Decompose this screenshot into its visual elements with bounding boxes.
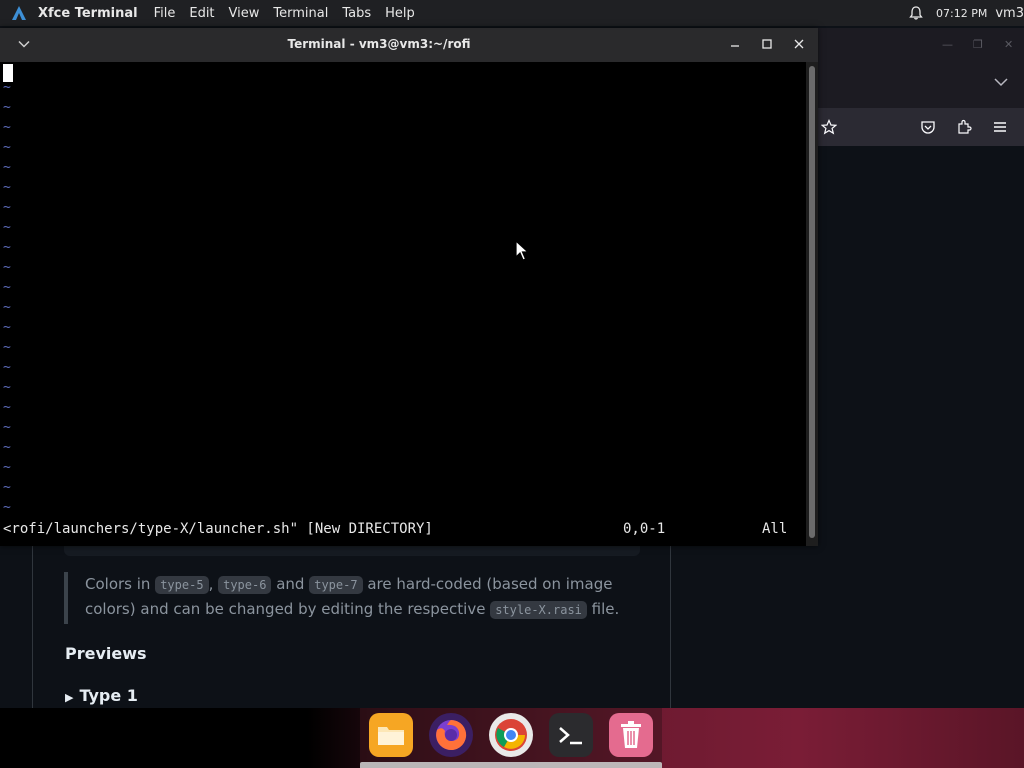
quote-text: and [271, 575, 310, 593]
firefox-icon[interactable] [429, 713, 473, 757]
menu-file[interactable]: File [154, 6, 176, 21]
vim-empty-line-tilde: ~ [3, 240, 11, 255]
browser-close-icon[interactable]: ✕ [1004, 38, 1013, 51]
vim-empty-line-tilde: ~ [3, 120, 11, 135]
terminal-body[interactable]: ~ ~ ~ ~ ~ ~ ~ ~ ~ ~ ~ ~ ~ ~ ~ ~ ~ ~ ~ ~ ~ ~ <rofi/launchers/t… [0, 62, 806, 546]
terminal-scrollbar[interactable] [806, 62, 818, 546]
user-menu[interactable]: vm3 [995, 6, 1024, 21]
hamburger-menu-icon[interactable] [989, 116, 1011, 138]
type1-label: Type 1 [79, 686, 138, 705]
vim-empty-line-tilde: ~ [3, 360, 11, 375]
vim-empty-line-tilde: ~ [3, 400, 11, 415]
browser-toolbar [818, 108, 1024, 147]
vim-empty-line-tilde: ~ [3, 320, 11, 335]
vim-empty-line-tilde: ~ [3, 160, 11, 175]
menu-help[interactable]: Help [385, 6, 415, 21]
quote-text: Colors in [85, 575, 156, 593]
status-position: 0,0-1 [623, 521, 666, 537]
status-filename: <rofi/launchers/type-X/launcher.sh" [New… [3, 521, 433, 537]
vim-empty-line-tilde: ~ [3, 440, 11, 455]
background-browser-window: — ❐ ✕ [818, 28, 1024, 708]
menu-tabs[interactable]: Tabs [342, 6, 371, 21]
browser-minimize-icon[interactable]: — [942, 38, 953, 51]
content-border-left [32, 520, 33, 708]
browser-restore-icon[interactable]: ❐ [973, 38, 983, 51]
vim-status-line: <rofi/launchers/type-X/launcher.sh" [New… [3, 519, 803, 539]
extensions-icon[interactable] [953, 116, 975, 138]
terminal-icon[interactable] [549, 713, 593, 757]
quote-text: , [208, 575, 219, 593]
vim-empty-line-tilde: ~ [3, 280, 11, 295]
inline-code: style-X.rasi [490, 601, 587, 619]
menu-view[interactable]: View [229, 6, 260, 21]
vim-empty-line-tilde: ~ [3, 500, 11, 515]
mouse-pointer-icon [515, 239, 530, 266]
vim-empty-line-tilde: ~ [3, 340, 11, 355]
vim-empty-line-tilde: ~ [3, 80, 11, 95]
vim-empty-line-tilde: ~ [3, 180, 11, 195]
vim-empty-line-tilde: ~ [3, 200, 11, 215]
vim-empty-line-tilde: ~ [3, 460, 11, 475]
close-icon[interactable] [791, 36, 807, 52]
vim-empty-line-tilde: ~ [3, 100, 11, 115]
browser-content [818, 146, 1024, 708]
disclosure-triangle-icon: ▶ [65, 691, 74, 704]
terminal-window: Terminal - vm3@vm3:~/rofi ~ ~ ~ ~ ~ ~ ~ ~ ~ ~ ~ ~ ~ ~… [0, 28, 818, 546]
app-name[interactable]: Xfce Terminal [38, 6, 138, 21]
tab-list-chevron-icon[interactable] [994, 76, 1008, 90]
previews-heading: Previews [65, 644, 147, 663]
inline-code: type-5 [155, 576, 209, 594]
inline-code: type-6 [218, 576, 272, 594]
dock [360, 708, 662, 768]
readme-page: Colors in type-5, type-6 and type-7 are … [0, 520, 818, 708]
vim-empty-line-tilde: ~ [3, 220, 11, 235]
vim-empty-line-tilde: ~ [3, 480, 11, 495]
maximize-icon[interactable] [759, 36, 775, 52]
vim-empty-line-tilde: ~ [3, 380, 11, 395]
quote-text: file. [586, 600, 620, 618]
notification-bell-icon[interactable] [908, 5, 924, 21]
status-scroll: All [762, 521, 788, 537]
vim-empty-line-tilde: ~ [3, 300, 11, 315]
minimize-icon[interactable] [727, 36, 743, 52]
files-icon[interactable] [369, 713, 413, 757]
type1-disclosure[interactable]: ▶ Type 1 [65, 686, 138, 705]
trash-icon[interactable] [609, 713, 653, 757]
scrollbar-thumb[interactable] [809, 66, 815, 538]
vim-empty-line-tilde: ~ [3, 260, 11, 275]
top-panel: Xfce Terminal File Edit View Terminal Ta… [0, 0, 1024, 26]
inline-code: type-7 [309, 576, 363, 594]
blockquote: Colors in type-5, type-6 and type-7 are … [64, 572, 645, 624]
clock[interactable]: 07:12 PM [936, 7, 987, 20]
menu-terminal[interactable]: Terminal [273, 6, 328, 21]
pocket-icon[interactable] [917, 116, 939, 138]
content-border-right [670, 520, 671, 708]
bookmark-star-icon[interactable] [818, 116, 840, 138]
vim-empty-line-tilde: ~ [3, 140, 11, 155]
vim-empty-line-tilde: ~ [3, 420, 11, 435]
menu-edit[interactable]: Edit [189, 6, 214, 21]
dock-indicator-bar [360, 762, 662, 768]
window-title: Terminal - vm3@vm3:~/rofi [287, 37, 471, 51]
chrome-icon[interactable] [489, 713, 533, 757]
xfce-logo-icon[interactable] [0, 0, 38, 26]
terminal-titlebar[interactable]: Terminal - vm3@vm3:~/rofi [0, 28, 818, 62]
